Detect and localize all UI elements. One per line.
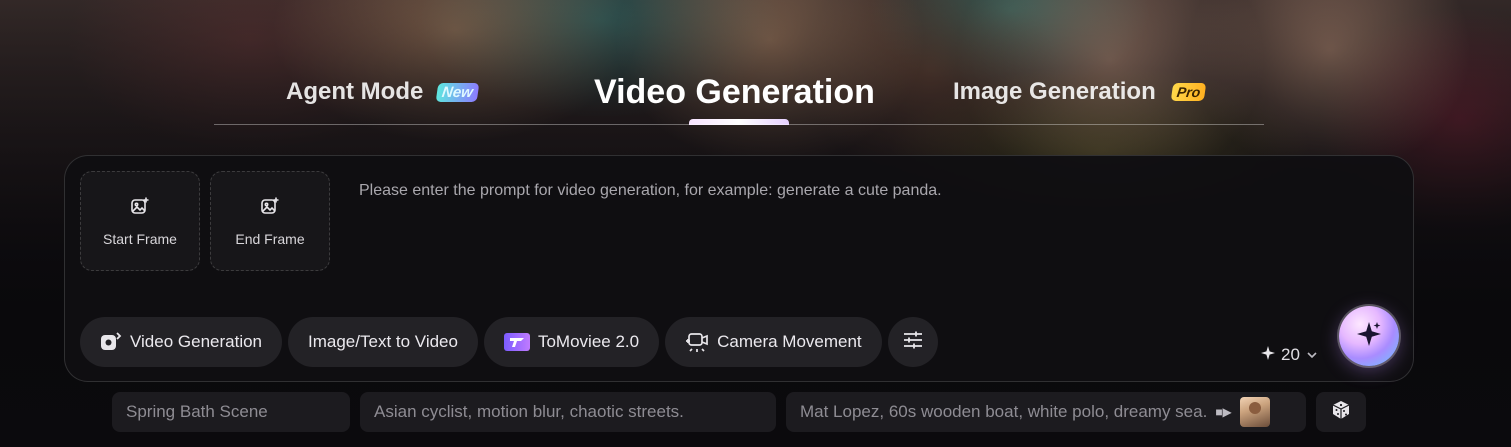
- tab-video-generation-label: Video Generation: [594, 72, 875, 111]
- prompt-panel: Start Frame End Frame Video Generation: [64, 155, 1414, 382]
- suggestion-thumbnail: [1239, 397, 1270, 427]
- credits-value: 20: [1281, 345, 1300, 364]
- generate-button[interactable]: [1339, 306, 1399, 366]
- end-frame-upload[interactable]: End Frame: [210, 171, 330, 271]
- suggestion-text: Asian cyclist, motion blur, chaotic stre…: [374, 402, 684, 421]
- suggestion-item[interactable]: Mat Lopez, 60s wooden boat, white polo, …: [786, 392, 1306, 432]
- sparkle-generate-icon: [1355, 320, 1383, 353]
- tab-video-generation[interactable]: Video Generation: [594, 62, 875, 122]
- new-badge: New: [435, 82, 480, 102]
- credits-selector[interactable]: 20: [1261, 345, 1318, 365]
- tomoviee-logo-icon: [503, 333, 530, 351]
- sparkle-icon: [1261, 345, 1275, 365]
- suggestion-item[interactable]: Spring Bath Scene: [112, 392, 350, 432]
- random-prompt-button[interactable]: [1316, 392, 1366, 432]
- sliders-icon: [902, 330, 924, 355]
- video-camera-icon: [100, 331, 122, 353]
- start-frame-label: Start Frame: [103, 230, 177, 247]
- suggestion-text: Mat Lopez, 60s wooden boat, white polo, …: [800, 402, 1208, 421]
- camera-movement-button[interactable]: Camera Movement: [665, 317, 882, 367]
- mode-tabs: Agent Mode New Video Generation Image Ge…: [214, 62, 1264, 126]
- prompt-input[interactable]: [359, 182, 1379, 292]
- suggestion-item[interactable]: Asian cyclist, motion blur, chaotic stre…: [360, 392, 776, 432]
- tab-agent-mode[interactable]: Agent Mode New: [286, 62, 480, 122]
- video-generation-label: Video Generation: [130, 332, 263, 351]
- suggestion-text: Spring Bath Scene: [126, 402, 268, 421]
- tabs-divider: [214, 124, 1264, 125]
- dice-icon: [1330, 399, 1352, 426]
- play-icon: ■▶: [1215, 405, 1232, 419]
- model-select-button[interactable]: ToMoviee 2.0: [483, 317, 660, 367]
- end-frame-label: End Frame: [235, 230, 305, 247]
- model-label: ToMoviee 2.0: [537, 332, 640, 351]
- camera-movement-icon: [685, 331, 709, 353]
- tab-image-generation[interactable]: Image Generation Pro: [953, 62, 1207, 122]
- image-text-to-video-label: Image/Text to Video: [308, 332, 458, 351]
- image-add-icon: [260, 196, 280, 221]
- tab-image-generation-label: Image Generation: [953, 78, 1156, 105]
- video-generation-button[interactable]: Video Generation: [80, 317, 283, 367]
- image-text-to-video-button[interactable]: Image/Text to Video: [288, 317, 478, 367]
- settings-button[interactable]: [887, 317, 938, 367]
- tab-agent-mode-label: Agent Mode: [286, 78, 424, 105]
- chevron-down-icon: [1306, 345, 1318, 365]
- generation-toolbar: Video Generation Image/Text to Video ToM…: [80, 317, 938, 367]
- camera-movement-label: Camera Movement: [717, 332, 862, 351]
- image-add-icon: [130, 196, 150, 221]
- pro-badge: Pro: [1170, 83, 1207, 101]
- start-frame-upload[interactable]: Start Frame: [80, 171, 200, 271]
